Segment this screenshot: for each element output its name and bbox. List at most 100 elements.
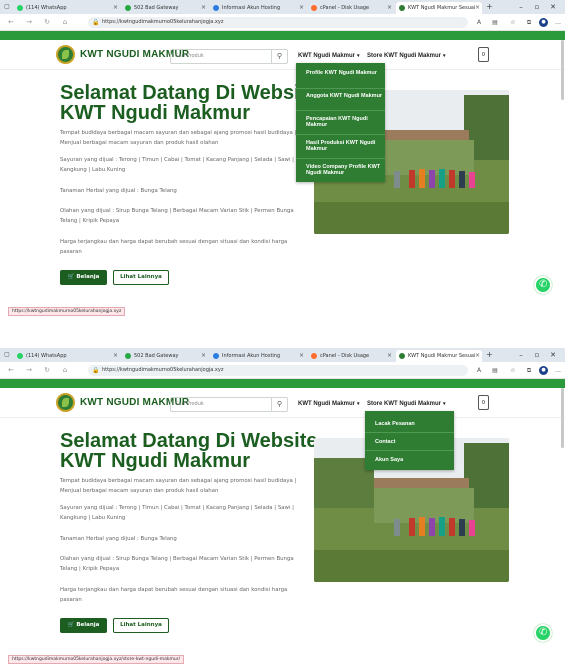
close-icon[interactable]: ×: [475, 350, 480, 362]
close-window-icon[interactable]: ✕: [546, 1, 560, 13]
close-icon[interactable]: ×: [387, 2, 392, 14]
screenshot-bottom: ▢ (114) WhatsApp × 502 Bad Gateway × Inf…: [0, 348, 565, 666]
menu-store[interactable]: Store KWT Ngudi Makmur ▾: [367, 401, 446, 407]
cpanel-icon: [311, 5, 317, 11]
dropdown-item-anggota[interactable]: Anggota KWT Ngudi Makmur: [296, 89, 385, 111]
url-field[interactable]: 🔒 https://kwtngudimakmurno05kelurahanjog…: [88, 17, 468, 28]
site-header: KWT NGUDI MAKMUR Cari Produk ⚲ KWT Ngudi…: [0, 40, 565, 70]
home-icon[interactable]: ⌂: [60, 17, 70, 27]
close-icon[interactable]: ×: [113, 350, 118, 362]
tab-actions-icon[interactable]: ▤: [490, 366, 500, 375]
url-field[interactable]: 🔒 https://kwtngudimakmurno05kelurahanjog…: [88, 365, 468, 376]
dropdown-item-pencapaian[interactable]: Pencapaian KWT Ngudi Makmur: [296, 111, 385, 135]
tab-label: KWT Ngudi Makmur Sesuai: [408, 5, 476, 11]
cart-icon[interactable]: 0: [478, 47, 489, 62]
tab-kwt-active[interactable]: KWT Ngudi Makmur Sesuai ×: [396, 2, 482, 14]
tab-bad-gateway[interactable]: 502 Bad Gateway ×: [122, 350, 208, 362]
close-icon[interactable]: ×: [201, 350, 206, 362]
tab-bad-gateway[interactable]: 502 Bad Gateway ×: [122, 2, 208, 14]
search-icon[interactable]: ⚲: [271, 50, 287, 63]
logo[interactable]: [56, 45, 75, 64]
cart-icon[interactable]: 0: [478, 395, 489, 410]
forward-icon[interactable]: →: [24, 17, 34, 27]
menu-label: KWT Ngudi Makmur: [298, 53, 355, 59]
read-aloud-icon[interactable]: A: [474, 18, 484, 27]
new-tab-icon[interactable]: +: [486, 349, 493, 361]
favorites-icon[interactable]: ☆: [508, 18, 518, 27]
top-green-bar: [0, 379, 565, 388]
logo[interactable]: [56, 393, 75, 412]
maximize-icon[interactable]: ▫: [530, 1, 544, 13]
dropdown-label: Lacak Pesanan: [375, 421, 415, 427]
minimize-icon[interactable]: –: [514, 1, 528, 13]
window-menu-icon[interactable]: ▢: [3, 351, 11, 359]
close-icon[interactable]: ×: [113, 2, 118, 14]
collections-icon[interactable]: ⧉: [524, 366, 534, 375]
search-input[interactable]: Cari Produk ⚲: [170, 397, 288, 412]
shop-button[interactable]: 🛒 Belanja: [60, 270, 107, 285]
close-window-icon[interactable]: ✕: [546, 349, 560, 361]
tab-hosting[interactable]: Informasi Akun Hosting ×: [210, 350, 306, 362]
more-icon[interactable]: …: [553, 366, 563, 375]
home-icon[interactable]: ⌂: [60, 365, 70, 375]
tab-whatsapp[interactable]: (114) WhatsApp ×: [14, 2, 120, 14]
see-more-button[interactable]: Lihat Lainnya: [113, 270, 169, 285]
see-more-button[interactable]: Lihat Lainnya: [113, 618, 169, 633]
favorites-icon[interactable]: ☆: [508, 366, 518, 375]
scrollbar[interactable]: [561, 40, 564, 100]
whatsapp-icon[interactable]: [534, 276, 552, 294]
dropdown-item-video[interactable]: Video Company Profile KWT Ngudi Makmur: [296, 159, 385, 182]
dropdown-item-profile[interactable]: Profile KWT Ngudi Makmur: [296, 67, 385, 89]
dropdown-item-lacak-pesanan[interactable]: Lacak Pesanan: [365, 415, 454, 433]
url-text: https://kwtngudimakmurno05kelurahanjogja…: [102, 19, 224, 25]
menu-kwt-ngudi-makmur[interactable]: KWT Ngudi Makmur ▾: [298, 53, 360, 59]
reload-icon[interactable]: ↻: [42, 365, 52, 375]
search-placeholder: Cari Produk: [175, 53, 204, 59]
close-icon[interactable]: ×: [299, 350, 304, 362]
hosting-icon: [213, 5, 219, 11]
collections-icon[interactable]: ⧉: [524, 18, 534, 27]
close-icon[interactable]: ×: [387, 350, 392, 362]
maximize-icon[interactable]: ▫: [530, 349, 544, 361]
close-icon[interactable]: ×: [201, 2, 206, 14]
url-text: https://kwtngudimakmurno05kelurahanjogja…: [102, 367, 224, 373]
scrollbar[interactable]: [561, 388, 564, 448]
dropdown-label: Hasil Produksi KWT Ngudi Makmur: [306, 140, 376, 152]
reload-icon[interactable]: ↻: [42, 17, 52, 27]
shop-button-label: Belanja: [76, 622, 100, 628]
back-icon[interactable]: ←: [6, 17, 16, 27]
whatsapp-icon[interactable]: [534, 624, 552, 642]
profile-icon[interactable]: ●: [539, 366, 548, 375]
dropdown-label: Contact: [375, 439, 396, 445]
profile-icon[interactable]: ●: [539, 18, 548, 27]
menu-kwt-ngudi-makmur[interactable]: KWT Ngudi Makmur ▾: [298, 401, 360, 407]
search-input[interactable]: Cari Produk ⚲: [170, 49, 288, 64]
window-menu-icon[interactable]: ▢: [3, 3, 11, 11]
chevron-down-icon: ▾: [443, 401, 446, 407]
menu-store[interactable]: Store KWT Ngudi Makmur ▾: [367, 53, 446, 59]
dropdown-item-hasil-produksi[interactable]: Hasil Produksi KWT Ngudi Makmur: [296, 135, 385, 159]
close-icon[interactable]: ×: [299, 2, 304, 14]
screenshot-top: ▢ (114) WhatsApp × 502 Bad Gateway × Inf…: [0, 0, 565, 318]
back-icon[interactable]: ←: [6, 365, 16, 375]
menu-label: KWT Ngudi Makmur: [298, 401, 355, 407]
dropdown-item-contact[interactable]: Contact: [365, 433, 454, 451]
forward-icon[interactable]: →: [24, 365, 34, 375]
search-icon[interactable]: ⚲: [271, 398, 287, 411]
more-icon[interactable]: …: [553, 18, 563, 27]
tab-cpanel[interactable]: cPanel - Disk Usage ×: [308, 2, 394, 14]
shop-button[interactable]: 🛒 Belanja: [60, 618, 107, 633]
globe-icon: [125, 5, 131, 11]
tab-kwt-active[interactable]: KWT Ngudi Makmur Sesuai ×: [396, 350, 482, 362]
tab-actions-icon[interactable]: ▤: [490, 18, 500, 27]
tab-hosting[interactable]: Informasi Akun Hosting ×: [210, 2, 306, 14]
tab-cpanel[interactable]: cPanel - Disk Usage ×: [308, 350, 394, 362]
close-icon[interactable]: ×: [475, 2, 480, 14]
minimize-icon[interactable]: –: [514, 349, 528, 361]
intro-paragraph: Tempat budidaya berbagai macam sayuran d…: [60, 130, 297, 146]
read-aloud-icon[interactable]: A: [474, 366, 484, 375]
see-more-label: Lihat Lainnya: [120, 274, 162, 280]
new-tab-icon[interactable]: +: [486, 1, 493, 13]
tab-whatsapp[interactable]: (114) WhatsApp ×: [14, 350, 120, 362]
dropdown-item-akun-saya[interactable]: Akun Saya: [365, 451, 454, 470]
